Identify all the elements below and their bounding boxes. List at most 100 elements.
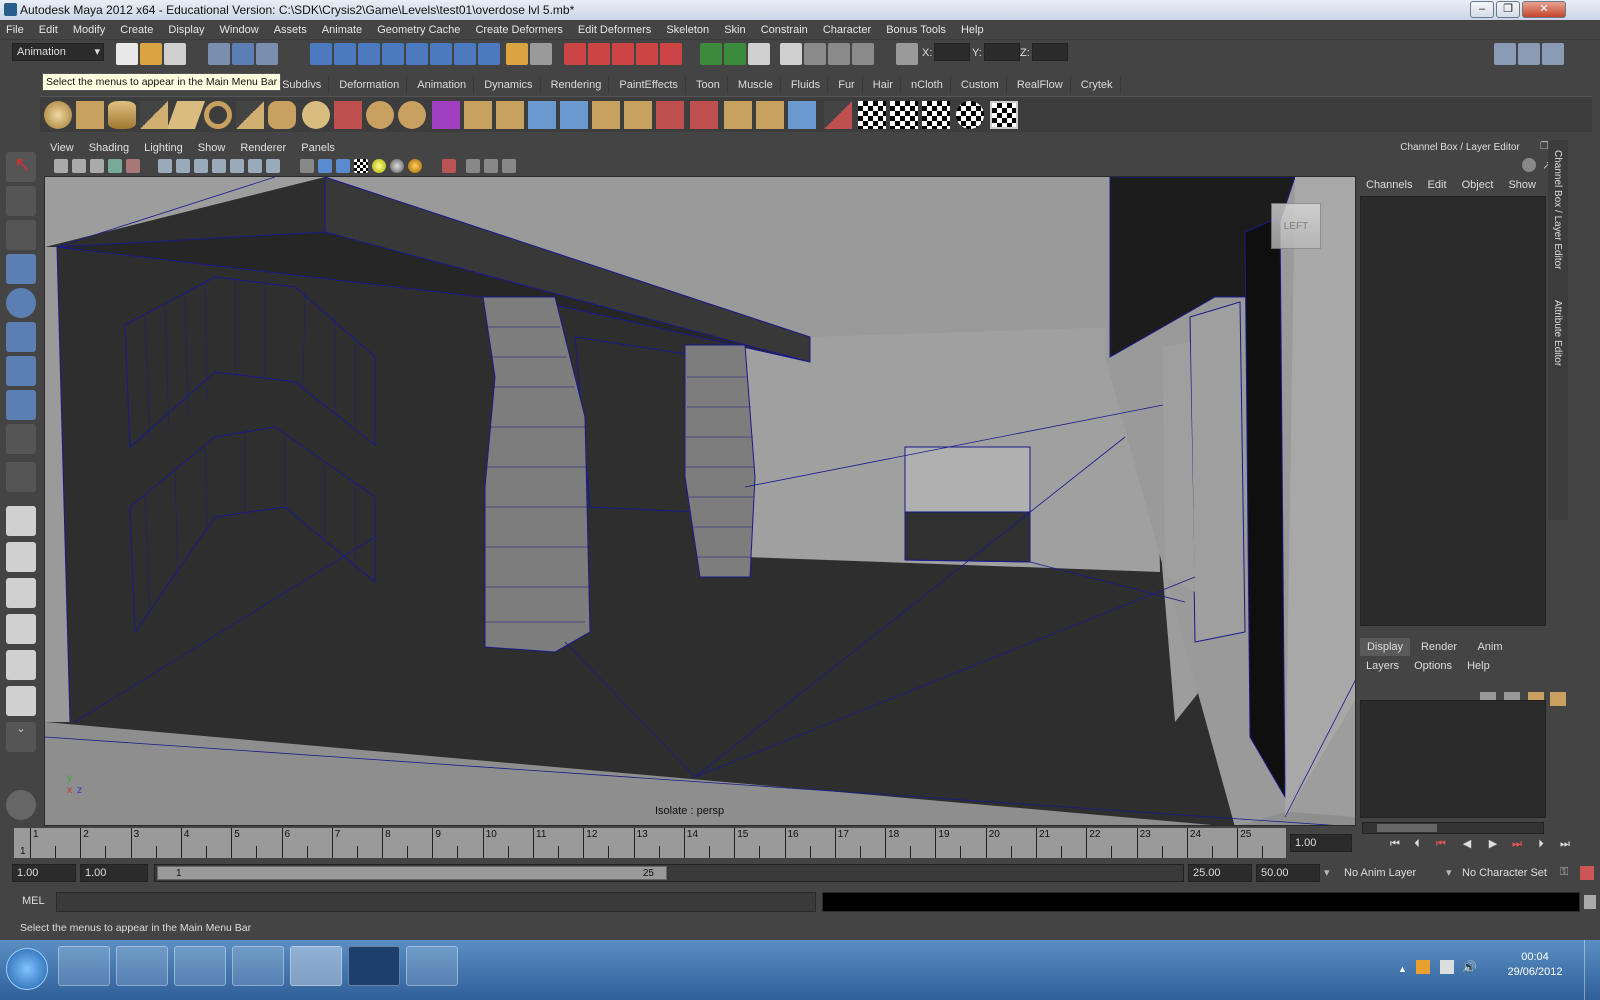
side-tab-attribute-editor[interactable]: Attribute Editor xyxy=(1552,300,1563,410)
help-icon[interactable] xyxy=(478,43,500,65)
shelf-tab-realflow[interactable]: RealFlow xyxy=(1010,76,1071,94)
character-set-selector[interactable]: No Character Set xyxy=(1458,864,1558,882)
minimize-button[interactable]: – xyxy=(1470,1,1494,18)
shelf-tab-toon[interactable]: Toon xyxy=(689,76,728,94)
play-forward-icon[interactable]: ▶ xyxy=(1484,836,1502,852)
textured-icon[interactable] xyxy=(354,159,368,173)
shelf-tab-fur[interactable]: Fur xyxy=(831,76,863,94)
tray-security-icon[interactable] xyxy=(1416,960,1430,974)
restore-button[interactable]: ❐ xyxy=(1496,1,1520,18)
viewport-menu-show[interactable]: Show xyxy=(192,140,232,156)
xray-components-icon[interactable] xyxy=(502,159,516,173)
start-button-icon[interactable] xyxy=(6,948,48,990)
shelf-tab-hair[interactable]: Hair xyxy=(866,76,901,94)
cylindrical-mapping-icon[interactable] xyxy=(890,101,918,129)
poly-sphere-icon[interactable] xyxy=(44,101,72,129)
select-camera-icon[interactable] xyxy=(54,159,68,173)
show-hidden-icons-icon[interactable]: ▲ xyxy=(1398,964,1408,974)
anim-start-field[interactable]: 1.00 xyxy=(12,864,76,882)
taskbar-internet-explorer-icon[interactable] xyxy=(58,946,110,986)
uv-texture-editor-icon[interactable] xyxy=(990,101,1018,129)
universal-manipulator-icon[interactable] xyxy=(6,356,36,386)
show-hide-attribute-editor-icon[interactable] xyxy=(1494,43,1516,65)
viewport-menu-renderer[interactable]: Renderer xyxy=(234,140,292,156)
persp-outliner-layout-icon[interactable] xyxy=(6,578,36,608)
animation-preferences-icon[interactable] xyxy=(1580,866,1594,880)
ipr-render-icon[interactable] xyxy=(588,43,610,65)
menu-character[interactable]: Character xyxy=(817,20,877,40)
taskbar-photoshop-icon[interactable] xyxy=(348,946,400,986)
uv-checker-icon[interactable] xyxy=(858,101,886,129)
viewport-menu-shading[interactable]: Shading xyxy=(83,140,135,156)
image-plane-icon[interactable] xyxy=(108,159,122,173)
character-set-chevron-down-icon[interactable]: ▾ xyxy=(1446,866,1452,879)
menu-skeleton[interactable]: Skeleton xyxy=(660,20,715,40)
shelf-tab-painteffects[interactable]: PaintEffects xyxy=(612,76,686,94)
scale-tool-icon[interactable] xyxy=(6,322,36,352)
x-coordinate-input[interactable] xyxy=(934,43,970,61)
gate-mask-icon[interactable] xyxy=(212,159,226,173)
show-hide-tool-settings-icon[interactable] xyxy=(1518,43,1540,65)
smooth-shade-icon[interactable] xyxy=(318,159,332,173)
layer-horizontal-scrollbar[interactable] xyxy=(1362,822,1544,834)
taskbar-firefox-icon[interactable] xyxy=(232,946,284,986)
taskbar-clock[interactable]: 00:04 29/06/2012 xyxy=(1500,950,1570,980)
poke-face-icon[interactable] xyxy=(756,101,784,129)
menu-animate[interactable]: Animate xyxy=(316,20,368,40)
four-view-layout-icon[interactable] xyxy=(6,542,36,572)
go-to-end-icon[interactable]: ⏭ xyxy=(1556,836,1574,852)
menu-create[interactable]: Create xyxy=(114,20,159,40)
bridge-icon[interactable] xyxy=(592,101,620,129)
combine-icon[interactable] xyxy=(334,101,362,129)
paint-select-tool-icon[interactable] xyxy=(6,220,36,250)
extract-icon[interactable] xyxy=(398,101,426,129)
menu-edit[interactable]: Edit xyxy=(33,20,64,40)
planar-mapping-icon[interactable] xyxy=(824,101,852,129)
shelf-tab-animation[interactable]: Animation xyxy=(410,76,475,94)
shelf-tab-rendering[interactable]: Rendering xyxy=(544,76,610,94)
save-scene-icon[interactable] xyxy=(164,43,186,65)
layer-list-panel[interactable] xyxy=(1360,700,1546,818)
tray-network-icon[interactable] xyxy=(1440,960,1454,974)
step-back-frame-icon[interactable]: ⏴ xyxy=(1408,836,1426,852)
key-icon[interactable]: ⚿ xyxy=(1560,866,1574,880)
anim-end-field[interactable]: 50.00 xyxy=(1256,864,1320,882)
new-layer-from-selected-icon[interactable] xyxy=(1550,692,1566,706)
select-by-object-icon[interactable] xyxy=(232,43,254,65)
layer-tab-display[interactable]: Display xyxy=(1360,638,1410,656)
camera-attributes-icon[interactable] xyxy=(72,159,86,173)
layer-menu-options[interactable]: Options xyxy=(1408,657,1458,675)
wireframe-on-shaded-icon[interactable] xyxy=(336,159,350,173)
command-language-label[interactable]: MEL xyxy=(22,895,45,907)
poly-prism-icon[interactable] xyxy=(236,101,264,129)
film-gate-icon[interactable] xyxy=(176,159,190,173)
layer-menu-layers[interactable]: Layers xyxy=(1360,657,1405,675)
menu-bonus-tools[interactable]: Bonus Tools xyxy=(880,20,952,40)
insert-edge-loop-icon[interactable] xyxy=(690,101,718,129)
soft-modification-icon[interactable] xyxy=(6,390,36,420)
command-input[interactable] xyxy=(56,892,816,912)
scrollbar-thumb[interactable] xyxy=(1377,824,1437,832)
perspective-viewport[interactable]: LEFT y x z xyxy=(44,176,1356,826)
shelf-tab-crytek[interactable]: Crytek xyxy=(1074,76,1121,94)
menu-create-deformers[interactable]: Create Deformers xyxy=(469,20,568,40)
automatic-mapping-icon[interactable] xyxy=(956,101,984,129)
relative-transform-icon[interactable] xyxy=(804,43,826,65)
shelf-tab-deformation[interactable]: Deformation xyxy=(332,76,408,94)
append-polygon-icon[interactable] xyxy=(624,101,652,129)
menu-geometry-cache[interactable]: Geometry Cache xyxy=(371,20,466,40)
layout-options-chevron-icon[interactable]: ⌄ xyxy=(6,722,36,752)
grid-icon[interactable] xyxy=(158,159,172,173)
high-quality-icon[interactable] xyxy=(408,159,422,173)
rotate-tool-icon[interactable] xyxy=(6,288,36,318)
last-tool-icon[interactable] xyxy=(6,462,36,492)
mirror-geometry-icon[interactable] xyxy=(528,101,556,129)
absolute-transform-icon[interactable] xyxy=(828,43,850,65)
use-all-lights-icon[interactable] xyxy=(372,159,386,173)
snap-grid-icon[interactable] xyxy=(310,43,332,65)
menu-constrain[interactable]: Constrain xyxy=(755,20,814,40)
spherical-mapping-icon[interactable] xyxy=(922,101,950,129)
channel-menu-show[interactable]: Show xyxy=(1502,176,1542,194)
play-backward-icon[interactable]: ◀ xyxy=(1458,836,1476,852)
persp-hypershade-layout-icon[interactable] xyxy=(6,650,36,680)
